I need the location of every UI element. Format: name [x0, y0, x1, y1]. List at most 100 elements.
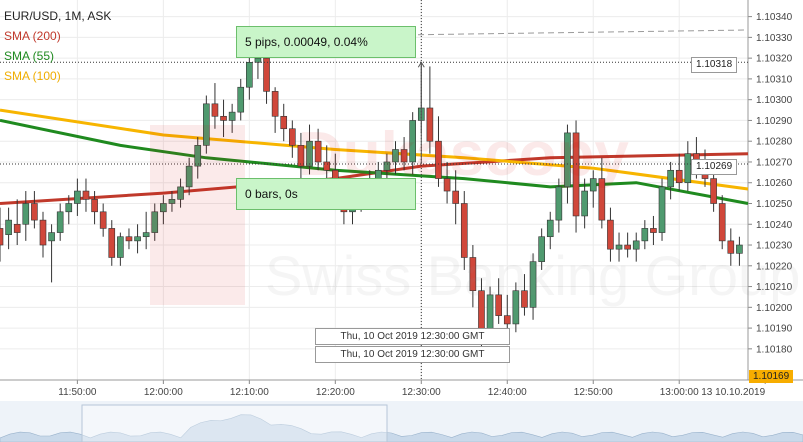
y-tick-label: 1.10290 [756, 116, 793, 127]
instrument-label: EUR/USD, 1M, ASK [4, 9, 112, 23]
crosshair-time-label-1: Thu, 10 Oct 2019 12:30:00 GMT [315, 328, 510, 345]
candle-body [478, 290, 485, 333]
candle-body [409, 120, 416, 163]
candle-body [624, 244, 631, 250]
candle-body [289, 128, 296, 146]
candle-body [469, 257, 477, 292]
y-tick-label: 1.10220 [756, 261, 793, 272]
candle-body [56, 211, 64, 233]
candle-body [194, 145, 202, 167]
y-tick-label: 1.10240 [756, 220, 793, 231]
candle-body [495, 294, 502, 316]
candle-body [31, 203, 38, 221]
candle-body [306, 140, 313, 167]
y-tick-label: 1.10330 [756, 33, 793, 44]
candle-body [667, 169, 674, 188]
candle-body [443, 178, 451, 192]
candle-body [151, 211, 159, 233]
candle-body [237, 86, 245, 113]
candle-body [650, 228, 657, 233]
candle-body [641, 228, 649, 242]
candle-body [297, 145, 305, 167]
candle-body [546, 219, 554, 238]
candle-body [503, 315, 511, 325]
y-tick-label: 1.10310 [756, 74, 793, 85]
candle-body [392, 149, 399, 163]
candle-body [615, 244, 623, 250]
candle-body [521, 290, 528, 308]
candle-body [39, 219, 47, 246]
candle-body [5, 219, 12, 235]
last-price-label: 1.10169 [749, 370, 794, 383]
candle-body [211, 103, 219, 117]
price-chart[interactable]: 1.10340 1.10330 1.10320 1.10310 1.10300 1.102… [0, 0, 803, 442]
y-tick-label: 1.10180 [756, 344, 793, 355]
candle-body [658, 186, 666, 233]
candle-body [177, 186, 184, 200]
x-tick-label: 12:00:00 [144, 387, 183, 398]
candle-body [675, 169, 683, 184]
candle-body [134, 236, 141, 242]
sma200-legend-entry[interactable]: SMA (200) [4, 26, 111, 46]
candle-body [435, 140, 442, 179]
candle-body [323, 161, 331, 171]
candle-body [254, 57, 262, 63]
candle-body [736, 244, 743, 254]
y-tick-label: 1.10190 [756, 324, 793, 335]
candle-body [117, 236, 124, 258]
candle-body [512, 290, 520, 325]
y-tick-label: 1.10320 [756, 54, 793, 65]
candle-body [228, 111, 236, 121]
candle-body [607, 219, 614, 250]
candle-body [314, 140, 322, 163]
candle-body [13, 223, 21, 233]
candle-body [203, 103, 210, 146]
candle-body [280, 115, 288, 130]
candle-body [572, 132, 580, 217]
candle-body [684, 153, 692, 184]
candle-body [125, 236, 133, 242]
candle-body [452, 190, 459, 204]
candle-body [160, 203, 167, 213]
sma55-legend-entry[interactable]: SMA (55) [4, 46, 111, 66]
candle-body [74, 190, 81, 204]
y-tick-label: 1.10280 [756, 137, 793, 148]
candle-body [99, 211, 107, 229]
candle-body [0, 228, 4, 246]
y-tick-label: 1.10250 [756, 199, 793, 210]
candle-body [460, 203, 468, 258]
x-tick-label: 12:50:00 [574, 387, 613, 398]
candle-body [632, 240, 640, 250]
y-tick-label: 1.10230 [756, 241, 793, 252]
x-tick-label: 12:40:00 [488, 387, 527, 398]
candle-body [727, 240, 735, 254]
candle-body [598, 178, 606, 221]
y-tick-label: 1.10260 [756, 178, 793, 189]
candle-body [555, 186, 563, 221]
candle-body [581, 190, 588, 217]
candle-body [142, 232, 150, 238]
candle-body [82, 190, 90, 200]
candle-body [108, 228, 116, 258]
sma100-legend-entry[interactable]: SMA (100) [4, 66, 111, 86]
chart-root[interactable]: Dukascopy Swiss Banking Group 1.10340 1.1… [0, 0, 803, 442]
candle-body [246, 61, 253, 88]
candle-body [91, 199, 98, 213]
candle-body [271, 91, 279, 117]
candle-body [185, 165, 193, 188]
candle-body [220, 115, 227, 121]
x-tick-label: 13:00:00 [660, 387, 699, 398]
candle-body [400, 149, 408, 163]
y-tick-label: 1.10200 [756, 303, 793, 314]
crosshair-price-label: 1.10318 [691, 57, 738, 73]
candle-body [564, 132, 571, 188]
x-tick-label: 12:10:00 [230, 387, 269, 398]
y-tick-label: 1.10270 [756, 157, 793, 168]
x-tick-label: 13 10.10.2019 [701, 387, 765, 398]
measure-info-top: 5 pips, 0.00049, 0.04% [236, 26, 416, 58]
x-tick-label: 12:30:00 [402, 387, 441, 398]
candle-body [529, 261, 537, 308]
candle-body [65, 203, 73, 213]
candle-body [383, 161, 391, 171]
y-tick-label: 1.10210 [756, 282, 793, 293]
